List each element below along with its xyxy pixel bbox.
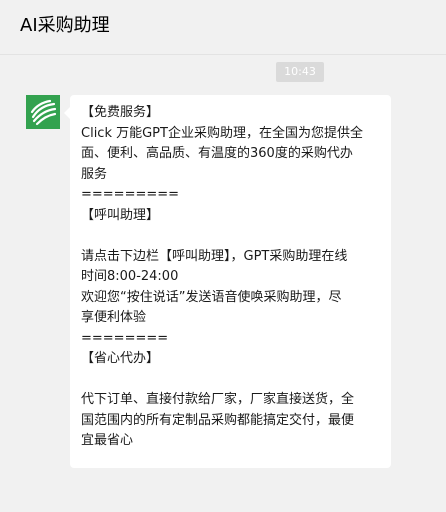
message-line: 享便利体验 [81,310,147,325]
message-line [81,226,383,247]
message-line: ======== [81,330,169,346]
message-line: 宜最省心 [81,433,134,448]
message-bubble[interactable]: 【免费服务】 Click 万能GPT企业采购助理，在全国为您提供全 面、便利、高品质… [64,95,391,468]
message-line: 国范围内的所有定制品采购都能搞定交付，最便 [81,412,355,428]
leaf-logo-icon [26,95,60,129]
message-line: 【免费服务】 [81,105,160,120]
avatar[interactable] [26,95,60,129]
message-line: Click 万能GPT企业采购助理，在全国为您提供全 [81,125,363,141]
message-line: 请点击下边栏【呼叫助理】，GPT采购助理在线 [81,248,348,264]
message-line [81,370,383,391]
message-line: 【省心代办】 [81,351,160,366]
message-line: 面、便利、高品质、有温度的360度的采购代办 [81,146,353,161]
chat-header: AI采购助理 [0,0,446,55]
message-timestamp: 10:43 [276,62,324,82]
message-line: 时间8:00-24:00 [81,269,179,284]
chat-title: AI采购助理 [20,15,110,36]
message-line: 【呼叫助理】 [81,207,160,223]
message-line: 代下订单、直接付款给厂家，厂家直接送货，全 [81,392,355,407]
message-line: ========= [81,187,180,202]
message-line: 欢迎您“按住说话”发送语音使唤采购助理，尽 [81,289,342,305]
message-line: 服务 [81,166,108,182]
